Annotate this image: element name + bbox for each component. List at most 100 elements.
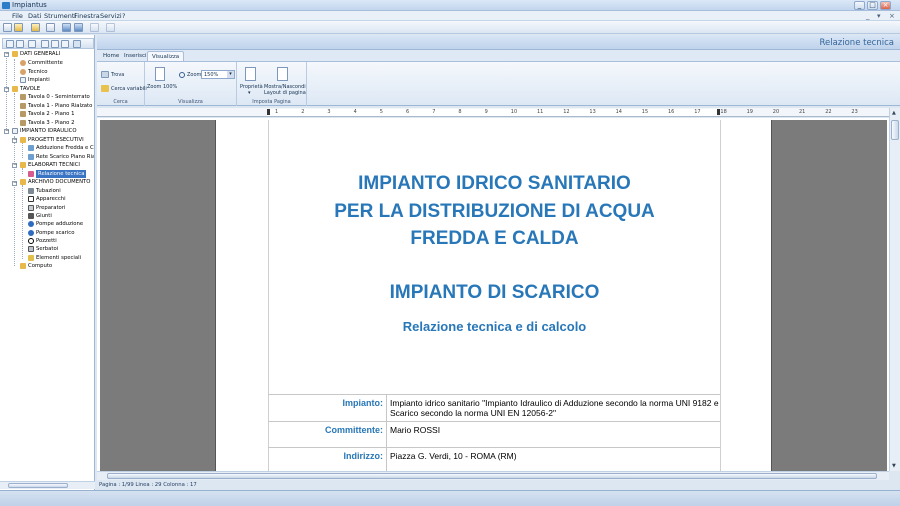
tree-horizontal-scrollbar[interactable] (0, 481, 95, 489)
tree-node-adduzione[interactable]: Adduzione Fredda e Ca (28, 144, 94, 152)
tree-node-elementi-speciali[interactable]: Elementi speciali (28, 254, 92, 262)
undo-icon[interactable] (90, 23, 99, 32)
document-status: Pagina : 1/99 Linea : 29 Colonna : 17 (97, 481, 900, 490)
mdi-restore-button[interactable]: ▾ (877, 12, 881, 20)
tree-node-giunti[interactable]: Giunti (28, 212, 92, 220)
tree-node-impianto-idraulico[interactable]: IMPIANTO IDRAULICO (12, 127, 92, 135)
tree-node-relazione-tecnica[interactable]: Relazione tecnica (28, 170, 87, 178)
mdi-close-button[interactable]: × (889, 12, 895, 20)
tree-node-elaborati-tecnici[interactable]: ELABORATI TECNICI (20, 161, 92, 169)
tree-node-committente[interactable]: Committente (20, 59, 92, 67)
expand-toggle[interactable]: − (4, 52, 9, 57)
arrow-right-icon[interactable] (61, 40, 69, 48)
maximize-button[interactable]: □ (867, 1, 878, 10)
layout-di-pagina-label: Layout di pagina (264, 90, 306, 96)
tree-node-tubazioni[interactable]: Tubazioni (28, 187, 92, 195)
chevron-down-icon[interactable]: ▾ (248, 90, 251, 96)
menu-help[interactable]: ? (122, 12, 125, 20)
zoom-100-icon (155, 67, 165, 81)
tree-node-computo[interactable]: Computo (20, 262, 92, 270)
scroll-down-icon[interactable]: ▼ (892, 463, 896, 469)
tree-node-tavole[interactable]: TAVOLE (12, 85, 92, 93)
toolbar (0, 21, 900, 34)
save-icon[interactable] (62, 23, 71, 32)
tab-visualizza[interactable]: Visualizza (147, 51, 185, 61)
ruler-number: 11 (537, 109, 544, 115)
expand-toggle[interactable]: − (4, 129, 9, 134)
menu-strumenti[interactable]: Strumenti (44, 12, 76, 20)
ruler-number: 6 (406, 109, 410, 115)
arrow-down-icon[interactable] (51, 40, 59, 48)
tree-node-pozzetti[interactable]: Pozzetti (28, 237, 92, 245)
group-cerca: Trova Cerca variabili Cerca (97, 62, 147, 106)
scroll-thumb[interactable] (107, 473, 877, 479)
tree-node-preparatori[interactable]: Preparatori (28, 204, 92, 212)
folder-icon (20, 162, 26, 168)
expand-toggle[interactable]: − (12, 181, 17, 186)
left-indent-marker[interactable] (267, 109, 270, 115)
page-layout-icon (277, 67, 288, 81)
ruler-number: 20 (772, 109, 780, 115)
folder-icon[interactable] (31, 23, 40, 32)
new-icon[interactable] (3, 23, 12, 32)
tree-node-pompe-adduzione[interactable]: Pompe adduzione (28, 220, 92, 228)
tree-node-impianti[interactable]: Impianti (20, 76, 92, 84)
scroll-thumb[interactable] (8, 483, 68, 488)
tree-node-archivio-documento[interactable]: ARCHIVIO DOCUMENTO (20, 178, 92, 186)
open-icon[interactable] (14, 23, 23, 32)
tree-node-tavola-3[interactable]: Tavola 3 - Piano 2 (20, 119, 92, 127)
settings-icon[interactable] (46, 23, 55, 32)
tree-node-rete-scarico[interactable]: Rete Scarico Piano Rialz (28, 153, 94, 161)
binoculars-icon (101, 71, 109, 78)
document-page[interactable]: IMPIANTO IDRICO SANITARIO PER LA DISTRIB… (215, 120, 772, 471)
tree-tool-icon[interactable] (6, 40, 14, 48)
arrow-up-icon[interactable] (41, 40, 49, 48)
zoom-label: Zoom (187, 72, 202, 78)
mdi-minimize-button[interactable]: _ (866, 12, 870, 20)
tab-inserisci[interactable]: Inserisci (120, 51, 151, 61)
scroll-up-icon[interactable]: ▲ (892, 110, 896, 116)
document-view[interactable]: IMPIANTO IDRICO SANITARIO PER LA DISTRIB… (97, 118, 889, 471)
tree-node-progetti-esecutivi[interactable]: PROGETTI ESECUTIVI (20, 136, 92, 144)
menu-file[interactable]: File (12, 12, 23, 20)
expand-toggle[interactable]: − (12, 138, 17, 143)
tree-node-serbatoi[interactable]: Serbatoi (28, 245, 92, 253)
document-header: Relazione tecnica (97, 35, 900, 50)
folder-icon (20, 137, 26, 143)
info-label: Indirizzo: (343, 451, 384, 461)
status-bar (0, 490, 900, 506)
horizontal-scrollbar[interactable] (97, 471, 889, 480)
tree-tool-icon[interactable] (16, 40, 24, 48)
expand-toggle[interactable]: − (12, 163, 17, 168)
zoom-100-button[interactable]: Zoom 100% (147, 84, 177, 90)
page-background-left (100, 120, 215, 471)
save-all-icon[interactable] (74, 23, 83, 32)
ruler-number: 18 (720, 109, 727, 115)
tree-node-tavola-1[interactable]: Tavola 1 - Piano Rialzato (20, 102, 92, 110)
tree-node-tavola-2[interactable]: Tavola 2 - Piano 1 (20, 110, 92, 118)
joint-icon (28, 213, 34, 219)
proprieta-button[interactable]: Proprietà (240, 84, 263, 90)
trova-button[interactable]: Trova (111, 72, 124, 78)
tree-node-dati-generali[interactable]: DATI GENERALI (12, 50, 92, 58)
vertical-scrollbar[interactable]: ▲ ▼ (889, 108, 900, 471)
tree-node-apparecchi[interactable]: Apparecchi (28, 195, 92, 203)
pump-icon (28, 221, 34, 227)
tree-tool-icon[interactable] (28, 40, 36, 48)
chevron-down-icon[interactable]: ▾ (227, 71, 234, 78)
collapse-icon[interactable] (73, 40, 81, 48)
menu-servizi[interactable]: Servizi (100, 12, 122, 20)
tree-node-tecnico[interactable]: Tecnico (20, 68, 92, 76)
tree-node-pompe-scarico[interactable]: Pompe scarico (28, 229, 92, 237)
help-icon[interactable] (106, 23, 115, 32)
zoom-select[interactable]: 150% ▾ (201, 70, 235, 79)
subtitle: IMPIANTO DI SCARICO (389, 282, 600, 303)
close-button[interactable]: × (880, 1, 891, 10)
menu-finestra[interactable]: Finestra (74, 12, 100, 20)
cerca-variabili-button[interactable]: Cerca variabili (111, 86, 147, 92)
expand-toggle[interactable]: − (4, 87, 9, 92)
tree-node-tavola-0[interactable]: Tavola 0 - Seminterrato (20, 93, 92, 101)
minimize-button[interactable]: _ (854, 1, 865, 10)
scroll-thumb[interactable] (891, 120, 899, 140)
menu-dati[interactable]: Dati (28, 12, 41, 20)
